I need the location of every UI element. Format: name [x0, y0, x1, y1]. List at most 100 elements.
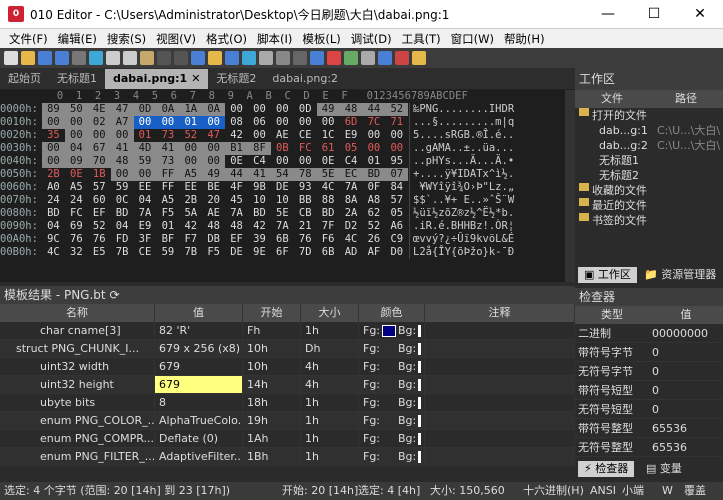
- hex-byte[interactable]: 0E: [225, 155, 248, 168]
- hex-byte[interactable]: C4: [340, 155, 363, 168]
- hex-byte[interactable]: 42: [248, 220, 271, 233]
- hex-byte[interactable]: 02: [87, 116, 111, 129]
- hex-byte[interactable]: 00: [64, 129, 88, 142]
- col-start[interactable]: 开始: [243, 304, 301, 322]
- inspector-row[interactable]: 带符号整型 65536: [575, 419, 723, 438]
- hex-byte[interactable]: 7A: [134, 207, 157, 220]
- hex-byte[interactable]: 00: [362, 142, 385, 155]
- hex-byte[interactable]: 00: [271, 116, 294, 129]
- hex-editor[interactable]: 0 1 2 3 4 5 6 7 8 9 A B C D E F 01234567…: [0, 90, 575, 282]
- hex-byte[interactable]: 04: [64, 142, 88, 155]
- hex-ascii[interactable]: ...§.........m|q: [409, 116, 575, 129]
- hex-row[interactable]: 0070h: 24 24 60 0C 04 A5 2B 20 45 10 10 BB 88 8A A8 57 $$…: [0, 194, 575, 207]
- hex-byte[interactable]: 42: [225, 129, 248, 142]
- text-mode-icon[interactable]: [276, 51, 290, 65]
- hex-byte[interactable]: E9: [340, 129, 363, 142]
- hex-byte[interactable]: 00: [133, 168, 157, 181]
- save-all-icon[interactable]: [55, 51, 69, 65]
- hex-byte[interactable]: 00: [202, 155, 226, 168]
- hex-byte[interactable]: 76: [65, 233, 88, 246]
- compare-icon[interactable]: [327, 51, 341, 65]
- hex-byte[interactable]: 00: [271, 103, 294, 116]
- search-icon[interactable]: [191, 51, 205, 65]
- hex-byte[interactable]: 00: [42, 116, 65, 129]
- menu-template[interactable]: 模板(L): [297, 31, 345, 47]
- inspector-row[interactable]: 二进制 00000000: [575, 324, 723, 343]
- hex-byte[interactable]: E5: [88, 246, 111, 259]
- hex-byte[interactable]: DE: [271, 181, 294, 194]
- hex-bytes[interactable]: BD FC EF BD 7A F5 5A AE 7A BD 5E CB BD 2A 62 05: [42, 207, 409, 220]
- hex-byte[interactable]: 39: [248, 233, 271, 246]
- hex-byte[interactable]: 7C: [362, 116, 385, 129]
- hex-byte[interactable]: 08: [225, 116, 248, 129]
- hex-byte[interactable]: 26: [362, 233, 385, 246]
- hex-ascii[interactable]: $$`..¥+ E..»ˆŠ¨W: [409, 194, 575, 207]
- hex-byte[interactable]: 47: [202, 129, 225, 142]
- hex-byte[interactable]: BD: [317, 207, 340, 220]
- hex-byte[interactable]: 00: [385, 142, 408, 155]
- hex-byte[interactable]: 76: [88, 233, 111, 246]
- hex-row[interactable]: 00B0h: 4C 32 E5 7B CE 59 7B F5 DE 9E 6F 7D 6B AD AF D0 L2…: [0, 246, 575, 259]
- hex-bytes[interactable]: 04 69 52 04 E9 01 42 48 48 42 7A 21 7F D2 52 A6: [42, 220, 409, 233]
- hex-byte[interactable]: 7A: [271, 220, 294, 233]
- menu-script[interactable]: 脚本(I): [252, 31, 297, 47]
- hex-byte[interactable]: 47: [110, 103, 134, 116]
- hex-bytes[interactable]: A0 A5 57 59 EE FF EE BE 4F 9B DE 93 4C 7A 0F 84: [42, 181, 409, 194]
- hex-byte[interactable]: FC: [65, 207, 88, 220]
- hex-byte[interactable]: C4: [248, 155, 271, 168]
- hex-byte[interactable]: 62: [362, 207, 385, 220]
- menu-window[interactable]: 窗口(W): [446, 31, 499, 47]
- hex-byte[interactable]: 24: [42, 194, 65, 207]
- menu-debug[interactable]: 调试(D): [346, 31, 397, 47]
- hex-byte[interactable]: 3F: [134, 233, 157, 246]
- hex-byte[interactable]: D0: [385, 246, 408, 259]
- hex-byte[interactable]: BD: [248, 207, 271, 220]
- hex-byte[interactable]: EF: [88, 207, 111, 220]
- hex-byte[interactable]: 59: [156, 246, 179, 259]
- hex-byte[interactable]: BD: [362, 168, 386, 181]
- hex-byte[interactable]: 48: [225, 220, 248, 233]
- workspace-item[interactable]: 书签的文件: [575, 213, 723, 228]
- bg-swatch[interactable]: [418, 379, 422, 391]
- hex-byte[interactable]: DB: [202, 233, 225, 246]
- workspace-item[interactable]: 无标题2: [575, 168, 723, 183]
- run-icon[interactable]: [395, 51, 409, 65]
- hex-byte[interactable]: 2B: [179, 194, 202, 207]
- hex-byte[interactable]: 00: [110, 168, 134, 181]
- hex-byte[interactable]: 00: [294, 155, 317, 168]
- col-comment[interactable]: 注释: [425, 304, 575, 322]
- minimize-button[interactable]: —: [585, 0, 631, 29]
- hex-byte[interactable]: 60: [88, 194, 111, 207]
- insp-col-value[interactable]: 值: [649, 306, 723, 324]
- hex-byte[interactable]: 9C: [42, 233, 65, 246]
- hex-ascii[interactable]: œvvý?¿÷Ûï9kvöL&É: [409, 233, 575, 246]
- inspector-row[interactable]: 带符号短型 0: [575, 381, 723, 400]
- tab-workspace[interactable]: ▣ 工作区: [578, 267, 637, 283]
- hex-byte[interactable]: 50: [64, 103, 88, 116]
- hex-byte[interactable]: BD: [42, 207, 65, 220]
- inspector-row[interactable]: 无符号字节 0: [575, 362, 723, 381]
- hex-byte[interactable]: 44: [225, 168, 249, 181]
- hex-byte[interactable]: 57: [88, 181, 111, 194]
- hex-byte[interactable]: 41: [110, 142, 134, 155]
- hex-byte[interactable]: 01: [156, 220, 179, 233]
- template-row[interactable]: ubyte bits 8 18h 1h Fg: Bg:: [0, 394, 575, 412]
- hex-byte[interactable]: 24: [65, 194, 88, 207]
- hex-byte[interactable]: E9: [134, 220, 157, 233]
- hex-byte[interactable]: BB: [294, 194, 317, 207]
- hex-byte[interactable]: CE: [294, 129, 317, 142]
- hex-byte[interactable]: 76: [294, 233, 317, 246]
- paragraph-icon[interactable]: [293, 51, 307, 65]
- hex-row[interactable]: 0040h: 00 09 70 48 59 73 00 00 0E C4 00 00 0E C4 01 95..…: [0, 155, 575, 168]
- hex-byte[interactable]: 00: [179, 142, 203, 155]
- hex-ascii[interactable]: ¥WYîÿî¾O›Þ"Lz.„: [409, 181, 575, 194]
- tab-untitled-1[interactable]: 无标题1: [49, 69, 105, 89]
- hex-byte[interactable]: 73: [156, 129, 179, 142]
- hex-row[interactable]: 0030h: 00 04 67 41 4D 41 00 00 B1 8F 0B FC 61 05 00 00..…: [0, 142, 575, 155]
- hex-byte[interactable]: 00: [42, 155, 65, 168]
- hex-byte[interactable]: FC: [294, 142, 317, 155]
- hex-bytes[interactable]: 35 00 00 00 01 73 52 47 42 00 AE CE 1C E9 00 00: [42, 129, 409, 142]
- template-row[interactable]: enum PNG_COLOR_... AlphaTrueColo... 19h 1h F…: [0, 412, 575, 430]
- hex-byte[interactable]: 00: [317, 116, 340, 129]
- hex-ascii[interactable]: ‰PNG........IHDR: [409, 103, 575, 116]
